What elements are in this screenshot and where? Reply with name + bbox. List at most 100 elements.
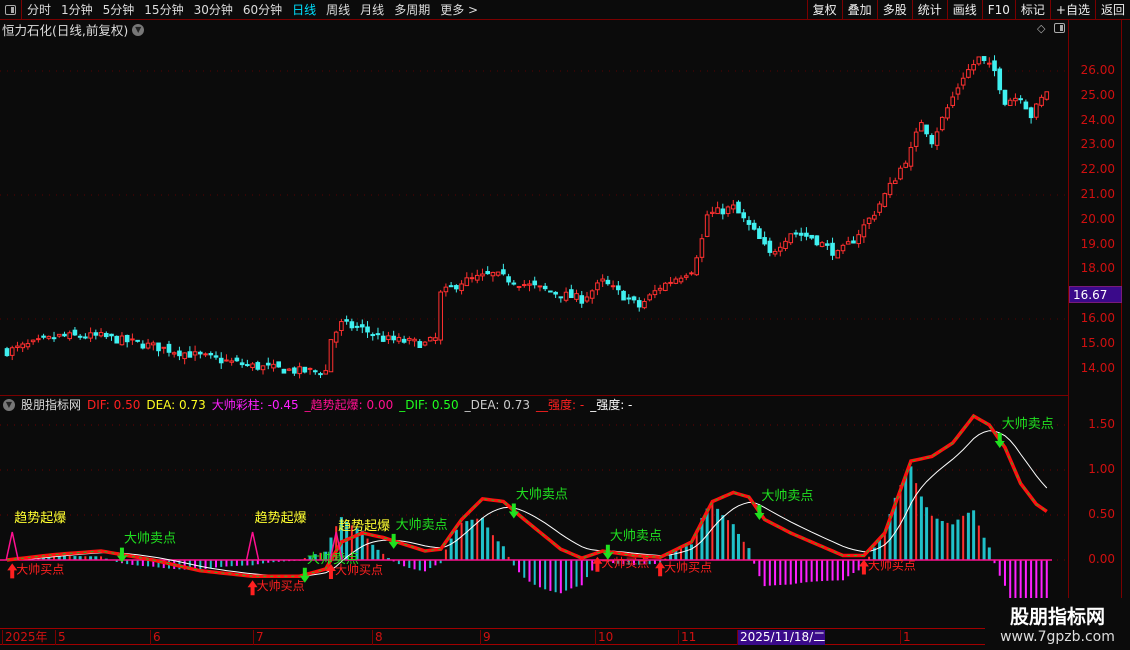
candle-up [46,335,52,339]
tab-period-7[interactable]: 周线 [321,0,355,20]
candle-up [88,332,93,339]
candle-up [772,251,778,255]
watermark-url: www.7gpzb.com [1000,629,1115,645]
candle-up [725,206,731,215]
candle-down [187,351,193,358]
tab-period-6[interactable]: 日线 [287,0,321,20]
burst-label: 趋势起爆 [14,510,66,526]
tab-period-5[interactable]: 60分钟 [238,0,287,20]
candle-up [668,281,673,284]
candle-up [422,341,428,346]
candle-down [762,237,767,245]
toolbar-button-7[interactable]: +自选 [1049,0,1095,20]
right-sidebar[interactable] [1122,20,1130,628]
candle-down [558,296,564,299]
time-axis-label: 9 [480,630,491,645]
price-axis-label: 20.00 [1080,211,1115,226]
time-axis-label: 10 [595,630,613,645]
tab-period-2[interactable]: 5分钟 [98,0,140,20]
candle-up [987,62,992,65]
candle-down [809,234,814,239]
candle-up [715,207,720,215]
candle-down [448,285,454,288]
toolbar-button-0[interactable]: 复权 [806,0,842,20]
toolbar-button-8[interactable]: 返回 [1094,0,1130,20]
candle-down [109,333,114,337]
candle-down [621,290,626,301]
layout-toggle-button[interactable] [0,0,22,20]
time-axis-label: 8 [372,630,383,645]
candle-up [459,283,464,292]
price-axis-label: 18.00 [1080,261,1115,276]
time-axis-label: 6 [150,630,161,645]
tab-period-1[interactable]: 1分钟 [56,0,98,20]
candle-up [203,353,208,356]
toolbar-button-1[interactable]: 叠加 [841,0,877,20]
candle-up [339,321,344,332]
price-chart[interactable] [0,39,1068,394]
candle-up [469,277,475,280]
tab-period-3[interactable]: 15分钟 [139,0,188,20]
candle-up [151,342,156,346]
price-axis-label: 16.00 [1080,311,1115,325]
candle-up [328,339,334,373]
candle-up [903,162,909,168]
tab-period-0[interactable]: 分时 [22,0,56,20]
candle-up [877,203,882,213]
stock-title: 恒力石化(日线,前复权) [2,23,129,38]
candle-up [521,284,527,287]
candle-down [929,135,935,145]
toolbar-button-6[interactable]: 标记 [1014,0,1050,20]
candle-up [699,238,705,258]
candle-down [804,232,809,237]
toolbar-button-2[interactable]: 多股 [876,0,912,20]
candle-down [72,329,78,336]
indicator-name: 股朋指标网 [21,398,82,412]
indicator-value: _DEA: 0.73 [464,397,530,412]
tab-period-9[interactable]: 多周期 [389,0,435,20]
candle-down [83,336,88,339]
candle-up [652,290,658,296]
candle-down [1028,107,1034,119]
candle-up [563,291,569,301]
tab-period-8[interactable]: 月线 [355,0,389,20]
candle-up [396,336,402,342]
candle-down [375,333,381,336]
candle-down [239,362,245,366]
candle-down [767,240,773,253]
indicator-value: DEA: 0.73 [146,397,206,412]
candle-up [710,211,715,214]
candle-down [234,357,240,362]
candle-up [840,244,846,252]
candle-down [454,285,459,290]
toolbar-button-5[interactable]: F10 [981,0,1015,20]
sell-label: 大帅卖点 [516,488,568,503]
candle-up [119,335,125,346]
candle-down [354,325,360,328]
candle-down [485,271,490,275]
candle-down [245,364,250,367]
candle-down [281,368,287,374]
tab-period-4[interactable]: 30分钟 [189,0,238,20]
indicator-value: 大帅彩柱: -0.45 [211,398,299,412]
candle-up [589,290,595,299]
period-tabs: 分时 1分钟 5分钟 15分钟 30分钟 60分钟 日线 周线 月线 多周期 更多 > [22,0,483,20]
panel-icon[interactable] [1054,23,1065,33]
toolbar-button-3[interactable]: 统计 [911,0,947,20]
tab-period-10[interactable]: 更多 > [435,0,483,20]
price-axis-label: 22.00 [1080,162,1115,177]
chevron-down-icon[interactable]: ▼ [3,398,15,411]
candle-up [130,338,135,341]
candle-up [407,337,412,341]
indicator-chart[interactable]: 大帅买点大帅卖点大帅买点大帅卖点大帅买点大帅卖点大帅卖点大帅买点大帅卖点大帅买点… [0,413,1068,628]
candle-down [548,290,553,293]
chevron-down-icon[interactable]: ▼ [132,23,145,36]
candle-up [271,363,276,369]
toolbar-button-4[interactable]: 画线 [946,0,982,20]
candle-up [495,271,501,276]
candle-up [20,343,25,349]
candle-up [333,331,339,343]
diamond-icon[interactable]: ◇ [1037,22,1045,35]
candle-up [673,278,679,284]
indicator-axis-label: 1.00 [1088,462,1115,476]
